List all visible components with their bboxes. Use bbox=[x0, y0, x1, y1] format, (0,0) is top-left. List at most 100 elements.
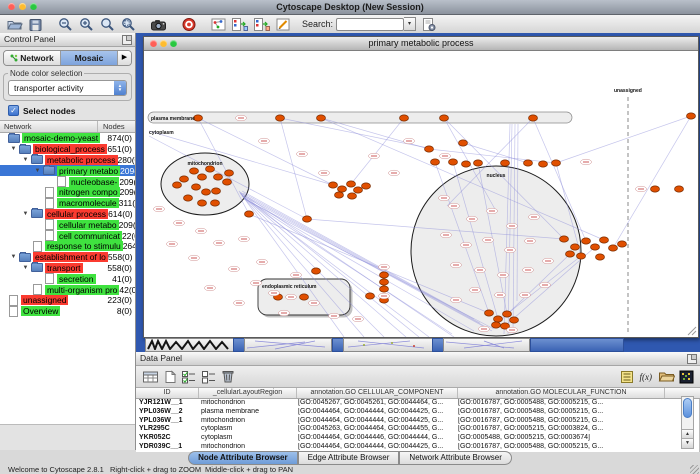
open-icon[interactable] bbox=[6, 17, 23, 32]
import-attribute-file-icon[interactable] bbox=[658, 370, 675, 383]
zoom-out-icon[interactable] bbox=[57, 17, 74, 32]
tabs-overflow-icon[interactable]: ▶ bbox=[118, 51, 131, 65]
zoom-region-icon[interactable] bbox=[120, 17, 137, 32]
unassigned-label: unassigned bbox=[614, 88, 642, 94]
attribute-table-icon[interactable] bbox=[142, 370, 159, 384]
unselect-attributes-icon[interactable] bbox=[201, 370, 217, 384]
app-resize-grip[interactable] bbox=[690, 465, 699, 474]
background-window-3[interactable] bbox=[343, 338, 433, 352]
tree-row[interactable]: ▼metabolic process280(0) bbox=[0, 155, 135, 166]
network-column-header[interactable]: Network bbox=[0, 121, 98, 132]
tab-edge-attribute-browser[interactable]: Edge Attribute Browser bbox=[298, 451, 400, 465]
network-view-window[interactable]: primary metabolic process plasma membran… bbox=[143, 36, 699, 338]
attribute-list-icon[interactable] bbox=[620, 370, 634, 384]
tree-row[interactable]: ▼primary metabo209(... bbox=[0, 165, 135, 176]
new-attribute-icon[interactable] bbox=[163, 370, 177, 384]
table-row[interactable]: YJR121W__1mitochondrion[GO:0045267, GO:0… bbox=[136, 399, 699, 408]
close-window-icon[interactable] bbox=[8, 3, 15, 10]
search-dropdown-icon[interactable]: ▾ bbox=[404, 17, 416, 31]
scrollbar-thumb[interactable] bbox=[683, 398, 692, 418]
network-canvas[interactable]: plasma membrane cytoplasm mitochondrion … bbox=[144, 51, 698, 337]
tree-row[interactable]: nitrogen compo209(0) bbox=[0, 187, 135, 198]
tree-row[interactable]: ▼establishment of lo558(0) bbox=[0, 252, 135, 263]
nodes-column-header[interactable]: Nodes bbox=[98, 121, 135, 132]
zoom-window-icon[interactable] bbox=[30, 3, 37, 10]
background-window-1[interactable] bbox=[145, 338, 234, 352]
expand-arrow-icon[interactable]: ▼ bbox=[32, 168, 43, 174]
zoom-in-icon[interactable] bbox=[78, 17, 95, 32]
tab-node-attribute-browser[interactable]: Node Attribute Browser bbox=[188, 451, 298, 465]
overview-icon[interactable] bbox=[210, 17, 227, 32]
tree-row[interactable]: ▼transport558(0) bbox=[0, 263, 135, 274]
tree-row[interactable]: nucleobase-209(0) bbox=[0, 176, 135, 187]
node-color-combo-value: transporter activity bbox=[9, 83, 114, 93]
tree-row[interactable]: Overview8(0) bbox=[0, 306, 135, 317]
expand-arrow-icon[interactable]: ▼ bbox=[20, 157, 31, 163]
select-nodes-label: Select nodes bbox=[23, 106, 75, 116]
table-row[interactable]: YKR052Ccytoplasm[GO:0044464, GO:0044446,… bbox=[136, 434, 699, 443]
page-icon bbox=[9, 306, 18, 317]
function-builder-icon[interactable]: f(x) bbox=[640, 372, 653, 382]
tree-row[interactable]: multi-organism pro42(0) bbox=[0, 284, 135, 295]
tree-row[interactable]: secretion41(0) bbox=[0, 273, 135, 284]
column-header-molecular-function[interactable]: annotation.GO MOLECULAR_FUNCTION bbox=[458, 388, 665, 398]
network-view-titlebar[interactable]: primary metabolic process bbox=[144, 37, 698, 51]
node-color-combo[interactable]: transporter activity ▲▼ bbox=[8, 80, 127, 96]
status-pan-hint: Middle-click + drag to PAN bbox=[205, 465, 293, 474]
table-cell: YLR295C bbox=[136, 425, 198, 434]
delete-attribute-icon[interactable] bbox=[221, 369, 235, 384]
filter-icon[interactable] bbox=[275, 17, 292, 32]
view-minimize-icon[interactable] bbox=[160, 40, 167, 47]
expand-arrow-icon[interactable]: ▼ bbox=[20, 211, 31, 217]
column-header-region[interactable]: _cellularLayoutRegion bbox=[199, 388, 297, 398]
float-data-panel-icon[interactable] bbox=[687, 354, 697, 364]
float-panel-icon[interactable] bbox=[122, 35, 132, 45]
view-close-icon[interactable] bbox=[150, 40, 157, 47]
tree-row[interactable]: response to stimulu264(0) bbox=[0, 241, 135, 252]
tab-mosaic[interactable]: Mosaic bbox=[61, 51, 118, 65]
tree-row[interactable]: ▼cellular process614(0) bbox=[0, 209, 135, 220]
tree-row[interactable]: cellular metabo209(0) bbox=[0, 219, 135, 230]
view-zoom-icon[interactable] bbox=[170, 40, 177, 47]
snapshot-icon[interactable] bbox=[150, 17, 168, 32]
background-window-titlebar[interactable] bbox=[530, 338, 624, 352]
select-attributes-icon[interactable] bbox=[181, 370, 197, 384]
matrix-view-icon[interactable] bbox=[679, 370, 694, 384]
table-row[interactable]: YPL036W__2plasma membrane[GO:0044464, GO… bbox=[136, 408, 699, 417]
select-nodes-checkbox[interactable]: ✓ bbox=[8, 105, 19, 116]
expand-arrow-icon[interactable]: ▼ bbox=[8, 146, 19, 152]
expand-arrow-icon[interactable]: ▼ bbox=[20, 265, 31, 271]
table-row[interactable]: YPL036W__1mitochondrion[GO:0044464, GO:0… bbox=[136, 417, 699, 426]
background-window-2[interactable] bbox=[244, 338, 332, 352]
tree-row[interactable]: ▼biological_process651(0) bbox=[0, 144, 135, 155]
search-input[interactable] bbox=[336, 18, 404, 31]
control-panel: Control Panel Network Mosaic ▶ Node colo… bbox=[0, 33, 136, 450]
import-attributes-icon[interactable] bbox=[231, 17, 249, 32]
tree-item-count: 280(0) bbox=[118, 155, 135, 165]
table-row[interactable]: YLR295Ccytoplasm[GO:0045263, GO:0044464,… bbox=[136, 425, 699, 434]
network-tree[interactable]: mosaic-demo-yeast874(0)▼biological_proce… bbox=[0, 133, 135, 425]
table-scrollbar[interactable]: ▲ ▼ bbox=[681, 396, 694, 449]
help-ring-icon[interactable] bbox=[181, 17, 197, 32]
attribute-table[interactable]: YJR121W__1mitochondrion[GO:0045267, GO:0… bbox=[136, 399, 700, 452]
zoom-fit-icon[interactable] bbox=[99, 17, 116, 32]
background-window-4[interactable] bbox=[443, 338, 530, 352]
tab-network-attribute-browser[interactable]: Network Attribute Browser bbox=[399, 451, 511, 465]
tab-network[interactable]: Network bbox=[4, 51, 61, 65]
column-header-cellular-component[interactable]: annotation.GO CELLULAR_COMPONENT bbox=[297, 388, 458, 398]
tree-row[interactable]: cell communicat22(0) bbox=[0, 230, 135, 241]
search-options-icon[interactable] bbox=[421, 17, 437, 32]
tree-item-count: 874(0) bbox=[107, 133, 135, 143]
attribute-browser-tabs: Node Attribute Browser Edge Attribute Br… bbox=[0, 450, 700, 465]
scroll-down-icon[interactable]: ▼ bbox=[682, 438, 693, 448]
export-attributes-icon[interactable] bbox=[253, 17, 271, 32]
canvas-resize-grip[interactable] bbox=[688, 327, 696, 335]
tree-row[interactable]: macromolecule311(0) bbox=[0, 198, 135, 209]
save-icon[interactable] bbox=[27, 17, 44, 32]
tree-row[interactable]: unassigned223(0) bbox=[0, 295, 135, 306]
column-header-id[interactable]: ID bbox=[136, 388, 199, 398]
minimize-window-icon[interactable] bbox=[19, 3, 26, 10]
expand-arrow-icon[interactable]: ▼ bbox=[8, 254, 19, 260]
tree-row[interactable]: mosaic-demo-yeast874(0) bbox=[0, 133, 135, 144]
tree-item-count: 651(0) bbox=[107, 144, 135, 154]
